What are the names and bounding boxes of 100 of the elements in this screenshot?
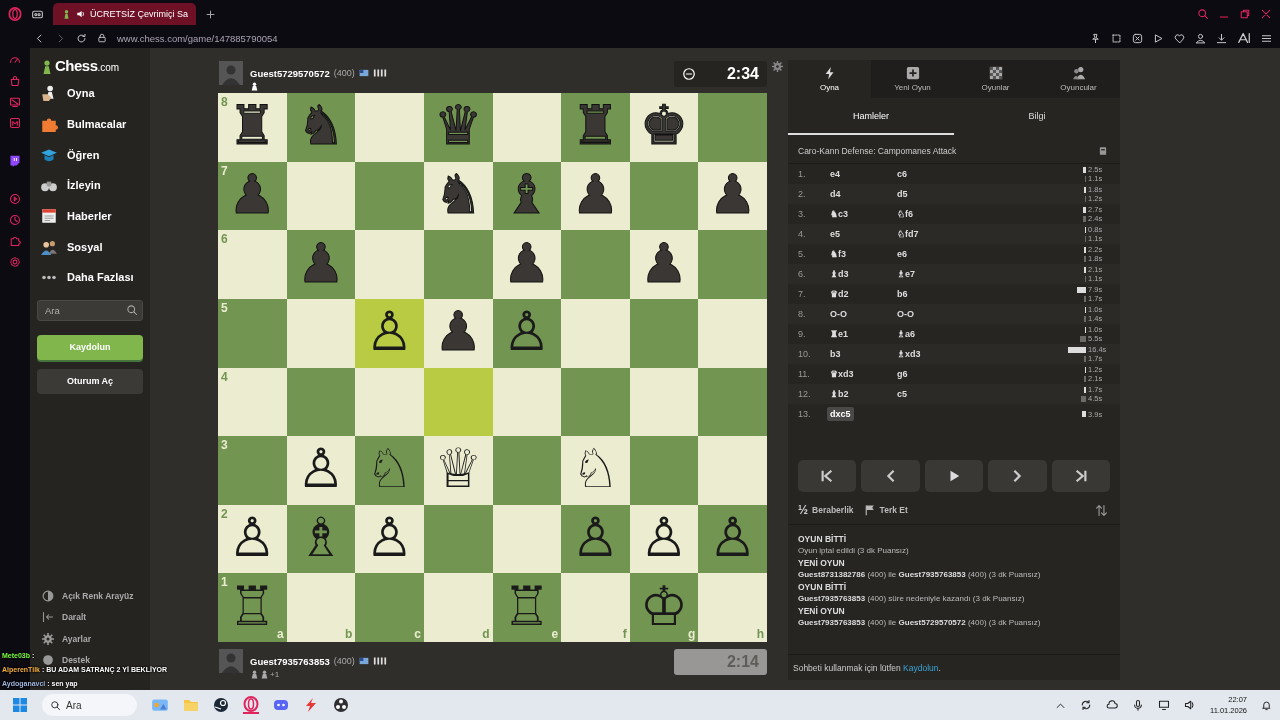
speaker-icon[interactable] [76, 9, 86, 19]
board-square[interactable]: ♙ [492, 298, 562, 368]
search-icon[interactable] [50, 700, 61, 711]
subtab[interactable]: Bilgi [954, 98, 1120, 135]
board-square[interactable]: ♟ [492, 230, 562, 299]
board-square[interactable] [561, 367, 630, 437]
volume-icon[interactable] [1184, 699, 1196, 711]
steam-icon[interactable] [213, 697, 229, 713]
chess-piece[interactable]: ♙ [296, 442, 346, 497]
move[interactable]: g6 [894, 367, 911, 381]
board-square[interactable]: ♛ [423, 93, 493, 162]
move[interactable]: O-O [894, 307, 917, 321]
menu-icon[interactable] [1261, 32, 1272, 44]
chess-piece[interactable]: ♔ [639, 579, 689, 634]
chess-piece[interactable]: ♕ [433, 442, 483, 497]
move[interactable]: ♗a6 [894, 327, 918, 341]
profile-icon[interactable] [1195, 32, 1206, 44]
sidebar-footer-link[interactable]: Açık Renk Arayüz [42, 590, 134, 603]
lightning-icon[interactable] [303, 697, 319, 713]
restore-icon[interactable] [1239, 8, 1251, 20]
chess-piece[interactable]: ♙ [708, 511, 757, 566]
chess-piece[interactable]: ♖ [228, 579, 277, 634]
close-icon[interactable] [1260, 8, 1272, 20]
discord-icon[interactable] [273, 697, 289, 713]
board-square[interactable]: ♙ [355, 504, 424, 574]
search-icon[interactable] [126, 303, 138, 316]
block-icon[interactable] [1132, 32, 1143, 44]
board-square[interactable]: ♙ [629, 504, 699, 574]
board-square[interactable]: ♙ [698, 504, 767, 574]
board-square[interactable]: ♗ [286, 504, 356, 574]
settings-icon[interactable] [772, 61, 783, 72]
board-square[interactable]: ♟ [561, 161, 630, 231]
search-field[interactable]: Ara [37, 299, 143, 321]
move[interactable]: e6 [894, 247, 910, 261]
flip-board-icon[interactable] [1095, 503, 1108, 517]
browser-tab[interactable]: ÜCRETSİZ Çevrimiçi Sa [53, 3, 196, 25]
chess-piece[interactable]: ♘ [365, 442, 414, 497]
screen-icon[interactable] [9, 96, 21, 108]
first-move-button[interactable] [798, 460, 857, 492]
nav-link[interactable]: Daha Fazlası [30, 262, 150, 293]
board-square[interactable]: ♟ [629, 230, 699, 299]
sidebar-footer-link[interactable]: Destek [42, 654, 90, 666]
next-move-button[interactable] [988, 460, 1047, 492]
chess-piece[interactable]: ♟ [571, 167, 620, 222]
chess-piece[interactable]: ♙ [365, 305, 414, 360]
board-square[interactable]: ♕ [423, 436, 493, 505]
nav-link[interactable]: Sosyal [30, 231, 150, 263]
board-square[interactable]: ♟ [423, 298, 493, 368]
move[interactable]: b6 [894, 287, 911, 301]
board-square[interactable] [286, 161, 356, 231]
speedometer-icon[interactable] [9, 54, 21, 66]
messenger-icon[interactable] [9, 117, 21, 129]
chess-piece[interactable]: ♘ [571, 442, 620, 497]
last-move-button[interactable] [1051, 460, 1110, 492]
chess-piece[interactable]: ♗ [296, 511, 346, 566]
book-icon[interactable] [1098, 146, 1108, 156]
move[interactable]: ♘fd7 [894, 227, 922, 241]
player-name[interactable]: Guest7935763853 [250, 655, 330, 667]
opera-logo-icon[interactable] [8, 7, 22, 21]
cloud-icon[interactable] [1106, 699, 1118, 711]
highlighted-square[interactable]: ♙ [355, 298, 424, 368]
chess-piece[interactable]: ♙ [639, 511, 689, 566]
nav-link[interactable]: Oyna [30, 78, 150, 109]
player-name[interactable]: Guest5729570572 [250, 67, 330, 79]
history-icon[interactable] [9, 214, 21, 226]
notification-icon[interactable] [1261, 699, 1272, 711]
player-icon[interactable] [9, 193, 21, 205]
login-button[interactable]: Oturum Aç [37, 368, 143, 394]
download-icon[interactable] [1216, 32, 1227, 44]
move[interactable]: ♗e7 [894, 267, 918, 281]
nav-link[interactable]: Bulmacalar [30, 108, 150, 140]
board-square[interactable]: ♙ [286, 436, 356, 505]
subtab[interactable]: Hamleler [788, 98, 954, 135]
board-square[interactable]: ♚ [629, 93, 699, 162]
taskbar-search-field[interactable]: Ara [42, 694, 137, 716]
board-square[interactable] [492, 367, 562, 437]
move[interactable]: ♝d3 [827, 267, 852, 281]
search-icon[interactable] [1197, 8, 1209, 20]
board-square[interactable] [629, 161, 699, 231]
board-square[interactable] [629, 367, 699, 437]
move[interactable]: ♞f3 [827, 247, 849, 261]
chess-piece[interactable]: ♟ [502, 236, 551, 291]
board-square[interactable] [492, 436, 562, 505]
chess-piece[interactable]: ♙ [571, 511, 620, 566]
move[interactable]: ♝b2 [827, 387, 852, 401]
move[interactable]: ♛d2 [827, 287, 852, 301]
bag-icon[interactable] [9, 75, 21, 87]
move[interactable]: ♞c3 [827, 207, 851, 221]
board-square[interactable] [423, 504, 493, 574]
chess-piece[interactable]: ♟ [433, 305, 483, 360]
draw-button[interactable]: ½ Beraberlik [798, 503, 854, 517]
move[interactable]: ♛xd3 [827, 367, 857, 381]
play-button[interactable] [924, 460, 984, 492]
opera-icon[interactable] [243, 696, 259, 714]
board-square[interactable] [286, 298, 356, 368]
panel-tab[interactable]: Oyuncular [1037, 60, 1120, 98]
pin-icon[interactable] [1090, 32, 1101, 44]
move[interactable]: d4 [827, 187, 844, 201]
nav-link[interactable]: Öğren [30, 139, 150, 171]
heart-icon[interactable] [1174, 32, 1185, 44]
